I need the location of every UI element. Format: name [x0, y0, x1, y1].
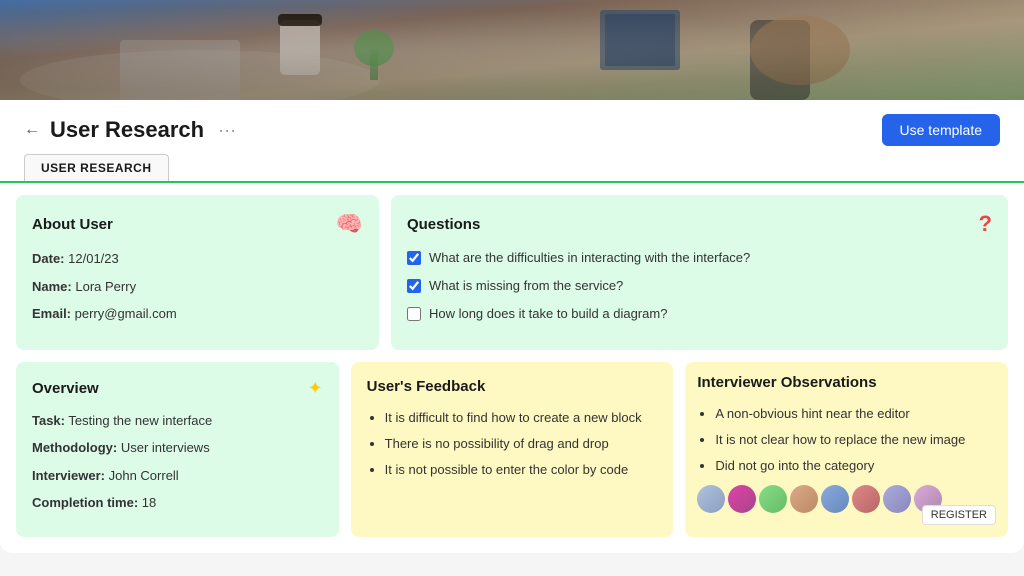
question-checkbox-3[interactable] [407, 307, 421, 321]
date-label: Date: [32, 251, 65, 266]
name-label: Name: [32, 279, 72, 294]
overview-card: Overview ✦ Task: Testing the new interfa… [16, 362, 339, 537]
question-item-1: What are the difficulties in interacting… [407, 249, 992, 267]
email-value: perry@gmail.com [75, 306, 177, 321]
avatar-1 [697, 485, 725, 513]
task-row: Task: Testing the new interface [32, 411, 323, 431]
interviewer-observations-card: Interviewer Observations A non-obvious h… [685, 362, 1008, 537]
main-content: ← User Research ··· Use template USER RE… [0, 100, 1024, 553]
completion-value: 18 [142, 495, 156, 510]
avatar-2 [728, 485, 756, 513]
observation-item-3: Did not go into the category [715, 455, 996, 477]
date-value: 12/01/23 [68, 251, 119, 266]
question-text-3: How long does it take to build a diagram… [429, 305, 667, 323]
avatar-3 [759, 485, 787, 513]
question-checkbox-2[interactable] [407, 279, 421, 293]
use-template-button[interactable]: Use template [882, 114, 1000, 146]
questions-title: Questions [407, 216, 480, 233]
avatar-5 [821, 485, 849, 513]
observations-header: Interviewer Observations [697, 374, 996, 391]
header-left: ← User Research ··· [24, 117, 236, 143]
tab-user-research[interactable]: USER RESEARCH [24, 154, 169, 181]
date-row: Date: 12/01/23 [32, 249, 363, 269]
methodology-row: Methodology: User interviews [32, 438, 323, 458]
question-mark-icon: ? [979, 211, 992, 237]
overview-title: Overview [32, 380, 99, 397]
about-user-card: About User 🧠 Date: 12/01/23 Name: Lora P… [16, 195, 379, 350]
interviewer-value: John Correll [109, 468, 179, 483]
methodology-value: User interviews [121, 440, 210, 455]
avatar-6 [852, 485, 880, 513]
observation-item-1: A non-obvious hint near the editor [715, 403, 996, 425]
brain-icon: 🧠 [336, 211, 363, 237]
completion-label: Completion time: [32, 495, 138, 510]
tabs-bar: USER RESEARCH [0, 154, 1024, 183]
observations-list: A non-obvious hint near the editor It is… [697, 403, 996, 477]
feedback-list: It is difficult to find how to create a … [367, 407, 658, 481]
observations-title: Interviewer Observations [697, 374, 876, 391]
name-row: Name: Lora Perry [32, 277, 363, 297]
observation-item-2: It is not clear how to replace the new i… [715, 429, 996, 451]
interviewer-row: Interviewer: John Correll [32, 466, 323, 486]
register-label: REGISTER [922, 505, 996, 525]
sparkle-icon: ✦ [308, 378, 323, 399]
feedback-title: User's Feedback [367, 378, 486, 395]
question-checkbox-1[interactable] [407, 251, 421, 265]
question-item-2: What is missing from the service? [407, 277, 992, 295]
question-text-2: What is missing from the service? [429, 277, 623, 295]
page-title: User Research [50, 117, 204, 143]
questions-card: Questions ? What are the difficulties in… [391, 195, 1008, 350]
overview-header: Overview ✦ [32, 378, 323, 399]
avatar-4 [790, 485, 818, 513]
email-label: Email: [32, 306, 71, 321]
bottom-row: Overview ✦ Task: Testing the new interfa… [16, 362, 1008, 537]
feedback-item-1: It is difficult to find how to create a … [385, 407, 658, 429]
about-user-header: About User 🧠 [32, 211, 363, 237]
feedback-header: User's Feedback [367, 378, 658, 395]
completion-row: Completion time: 18 [32, 493, 323, 513]
back-button[interactable]: ← [24, 121, 40, 139]
question-item-3: How long does it take to build a diagram… [407, 305, 992, 323]
about-user-title: About User [32, 216, 113, 233]
feedback-item-2: There is no possibility of drag and drop [385, 433, 658, 455]
questions-header: Questions ? [407, 211, 992, 237]
task-label: Task: [32, 413, 65, 428]
avatar-7 [883, 485, 911, 513]
methodology-label: Methodology: [32, 440, 117, 455]
users-feedback-card: User's Feedback It is difficult to find … [351, 362, 674, 537]
feedback-item-3: It is not possible to enter the color by… [385, 459, 658, 481]
interviewer-label: Interviewer: [32, 468, 105, 483]
content-grid: About User 🧠 Date: 12/01/23 Name: Lora P… [0, 195, 1024, 553]
page-header: ← User Research ··· Use template [0, 100, 1024, 154]
more-options-button[interactable]: ··· [218, 120, 236, 141]
task-value: Testing the new interface [68, 413, 212, 428]
email-row: Email: perry@gmail.com [32, 304, 363, 324]
question-text-1: What are the difficulties in interacting… [429, 249, 750, 267]
hero-banner [0, 0, 1024, 100]
name-value: Lora Perry [75, 279, 136, 294]
